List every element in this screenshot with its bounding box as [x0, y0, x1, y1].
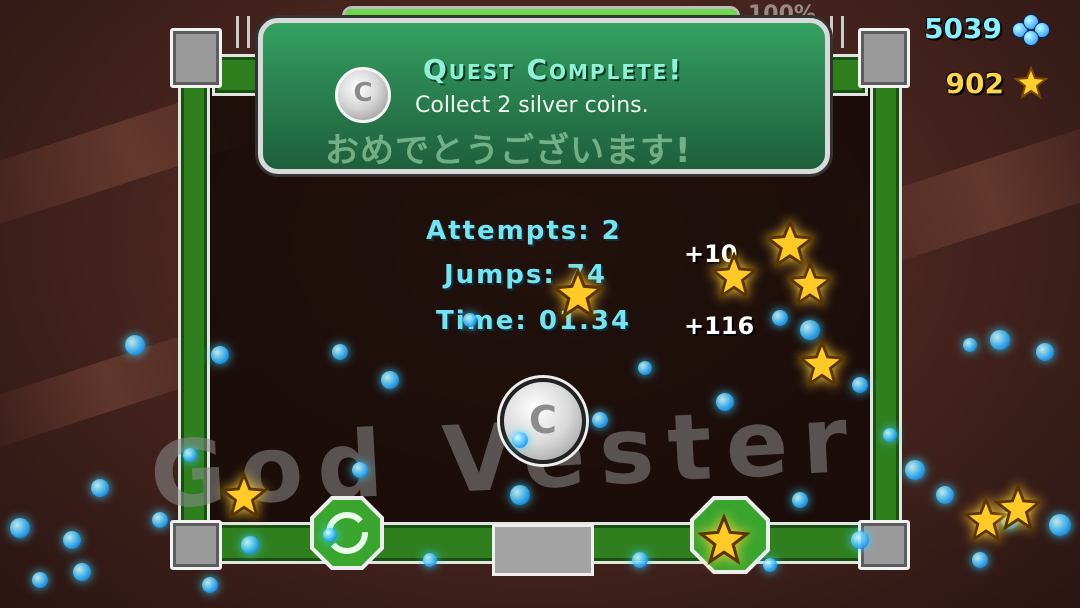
- star-shape: [220, 472, 268, 520]
- quest-description: Collect 2 silver coins.: [415, 93, 649, 118]
- orb-particle: [1049, 514, 1071, 536]
- orb-particle: [972, 552, 988, 568]
- orb-particle: [32, 572, 48, 588]
- orb-particle: [800, 320, 820, 340]
- chain-right: [830, 16, 844, 48]
- orbs-icon: [1012, 13, 1050, 46]
- quest-congrats-text: おめでとうございます!: [325, 131, 692, 171]
- orb-particle: [152, 512, 168, 528]
- orb-particle: [638, 361, 652, 375]
- star-particle-icon: [220, 472, 268, 520]
- orb-particle: [125, 335, 145, 355]
- orbs-count: 5039: [924, 12, 1002, 45]
- quest-title: Quest Complete!: [423, 53, 684, 86]
- orb-particle: [936, 486, 954, 504]
- silver-coin-icon: C: [335, 67, 391, 123]
- star-shape: [698, 514, 750, 565]
- star-shape: [710, 252, 758, 300]
- attempts-stat: Attempts: 2: [426, 216, 622, 246]
- orb-particle: [763, 558, 777, 572]
- orb-particle: [990, 330, 1010, 350]
- stars-count: 902: [945, 66, 1004, 100]
- orb-particle: [852, 377, 868, 393]
- orbs-counter: 5039: [924, 12, 1050, 46]
- orb-particle: [352, 462, 368, 478]
- orb-particle: [510, 485, 530, 505]
- star-particle-icon: [787, 261, 833, 307]
- orb-particle: [592, 412, 608, 428]
- star-particle-icon: [994, 484, 1042, 532]
- orb-particle: [202, 577, 218, 593]
- orb-particle: [792, 492, 808, 508]
- star-shape: [798, 340, 846, 388]
- silver-coin-icon: C: [500, 378, 586, 464]
- orb-particle: [211, 346, 229, 364]
- frame-post: [170, 28, 222, 88]
- orb-bonus-second: +116: [684, 312, 755, 340]
- replay-button[interactable]: [310, 496, 384, 570]
- stars-counter: 902: [946, 66, 1048, 100]
- star-particle-icon: [552, 268, 604, 319]
- orb-particle: [963, 338, 977, 352]
- orb-particle: [512, 432, 528, 448]
- orb-particle: [10, 518, 30, 538]
- star-icon: [1014, 66, 1048, 100]
- orb-particle: [851, 531, 869, 549]
- orb-particle: [716, 393, 734, 411]
- orb-particle: [883, 428, 897, 442]
- orb-particle: [381, 371, 399, 389]
- frame-rail-right: [870, 72, 902, 548]
- orb-particle: [632, 552, 648, 568]
- star-shape: [787, 261, 833, 307]
- orb-particle: [332, 344, 348, 360]
- orb-particle: [241, 536, 259, 554]
- star-shape: [552, 268, 604, 319]
- quest-complete-popup: C Quest Complete! Collect 2 silver coins…: [258, 18, 830, 174]
- star-particle-icon: [798, 340, 846, 388]
- orb-particle: [1036, 343, 1054, 361]
- chain-left: [236, 16, 250, 48]
- orb-particle: [91, 479, 109, 497]
- orb-particle: [323, 528, 337, 542]
- frame-post: [858, 28, 910, 88]
- orb-particle: [423, 553, 437, 567]
- star-particle-icon: [710, 252, 758, 300]
- orb-particle: [772, 310, 788, 326]
- star-shape: [765, 219, 815, 268]
- orb-particle: [73, 563, 91, 581]
- star-shape: [994, 484, 1042, 532]
- orb-particle: [905, 460, 925, 480]
- orb-particle: [63, 531, 81, 549]
- coin-glyph: C: [353, 78, 373, 108]
- orb-particle: [183, 448, 197, 462]
- orb-particle: [463, 313, 477, 327]
- bottom-plate: [492, 524, 594, 576]
- star-particle-icon: [698, 514, 750, 565]
